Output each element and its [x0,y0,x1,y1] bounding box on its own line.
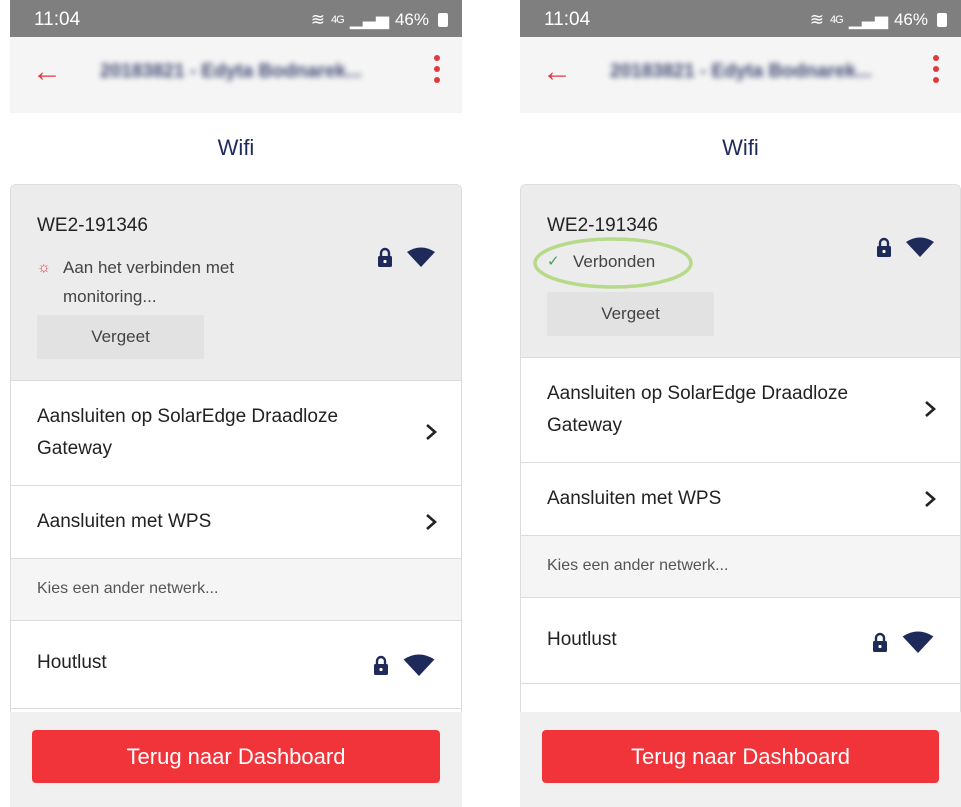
current-ssid: WE2-191346 [547,215,658,236]
more-menu-icon[interactable] [434,55,440,95]
battery-level: 46% [893,10,928,29]
app-bar: ← 20183821 - Edyta Bodnarek... [10,37,462,113]
battery-icon [937,13,947,27]
option-wps-label: Aansluiten met WPS [37,511,212,532]
lock-icon [378,247,392,267]
more-menu-icon[interactable] [933,55,939,95]
chevron-right-icon [426,514,437,530]
network-security-signal [872,631,934,653]
network-type: 4G [331,14,345,26]
site-title: 20183821 - Edyta Bodnarek... [610,61,872,82]
page-title: Wifi [722,135,759,160]
network-name: Houtlust [547,629,617,650]
chevron-right-icon [925,401,936,417]
status-time: 11:04 [34,9,81,30]
status-time: 11:04 [544,9,591,30]
security-signal [876,237,934,257]
app-bar: ← 20183821 - Edyta Bodnarek... [520,37,961,113]
battery-level: 46% [394,10,429,29]
network-item[interactable]: Houtlust [11,621,461,709]
back-to-dashboard-button[interactable]: Terug naar Dashboard [32,730,440,783]
wifi-signal-icon [403,654,435,676]
option-wireless-gateway-label: Aansluiten op SolarEdge Draadloze Gatewa… [547,383,849,436]
network-security-signal [373,654,435,676]
network-item[interactable]: Houtlust [521,598,960,684]
site-title: 20183821 - Edyta Bodnarek... [100,61,362,82]
wifi-status-icon: ≋ [809,10,825,29]
page-title: Wifi [217,135,255,160]
forget-button[interactable]: Vergeet [547,292,714,336]
option-wps-label: Aansluiten met WPS [547,488,722,509]
signal-icon: ▁▃▅ [848,10,888,29]
chevron-right-icon [925,491,936,507]
status-bar: 11:04 ≋ 4G ▁▃▅ 46% [10,0,462,37]
option-wireless-gateway[interactable]: Aansluiten op SolarEdge Draadloze Gatewa… [521,358,960,463]
cta-bar: Terug naar Dashboard [10,712,462,807]
lock-icon [374,655,388,675]
option-wps[interactable]: Aansluiten met WPS [521,463,960,536]
phone-screen-connecting: 11:04 ≋ 4G ▁▃▅ 46% ← 20183821 - Edyta Bo… [10,0,462,807]
signal-icon: ▁▃▅ [349,10,389,29]
connection-status-text: Aan het verbinden met monitoring... [63,258,235,306]
chevron-right-icon [426,424,437,440]
status-icons: ≋ 4G ▁▃▅ 46% [810,10,947,30]
choose-other-network[interactable]: Kies een ander netwerk... [521,536,960,598]
wifi-signal-icon [407,247,435,267]
battery-icon [438,13,448,27]
current-network: WE2-191346 ✓ Verbonden Vergeet [521,185,960,358]
option-wps[interactable]: Aansluiten met WPS [11,486,461,559]
wifi-status-icon: ≋ [310,10,326,29]
phone-screen-connected: 11:04 ≋ 4G ▁▃▅ 46% ← 20183821 - Edyta Bo… [520,0,961,807]
forget-button[interactable]: Vergeet [37,315,204,359]
status-bar: 11:04 ≋ 4G ▁▃▅ 46% [520,0,961,37]
connection-status: ☼ Aan het verbinden met monitoring... [37,253,297,311]
wifi-signal-icon [906,237,934,257]
wifi-signal-icon [902,631,934,653]
network-name: Houtlust [37,652,107,673]
choose-other-network-label: Kies een ander netwerk... [547,557,729,574]
choose-other-network-label: Kies een ander netwerk... [37,580,219,597]
lock-icon [877,237,891,257]
lock-icon [873,632,887,652]
network-type: 4G [830,14,844,26]
security-signal [377,247,435,267]
option-wireless-gateway-label: Aansluiten op SolarEdge Draadloze Gatewa… [37,406,339,459]
option-wireless-gateway[interactable]: Aansluiten op SolarEdge Draadloze Gatewa… [11,381,461,486]
status-icons: ≋ 4G ▁▃▅ 46% [311,10,448,30]
choose-other-network[interactable]: Kies een ander netwerk... [11,559,461,621]
back-arrow-icon[interactable]: ← [32,57,62,87]
back-arrow-icon[interactable]: ← [542,57,572,87]
current-network: WE2-191346 ☼ Aan het verbinden met monit… [11,185,461,381]
highlight-circle [533,237,693,289]
cta-bar: Terug naar Dashboard [520,712,961,807]
current-ssid: WE2-191346 [37,215,148,236]
connecting-spinner-icon: ☼ [37,259,51,276]
back-to-dashboard-button[interactable]: Terug naar Dashboard [542,730,939,783]
